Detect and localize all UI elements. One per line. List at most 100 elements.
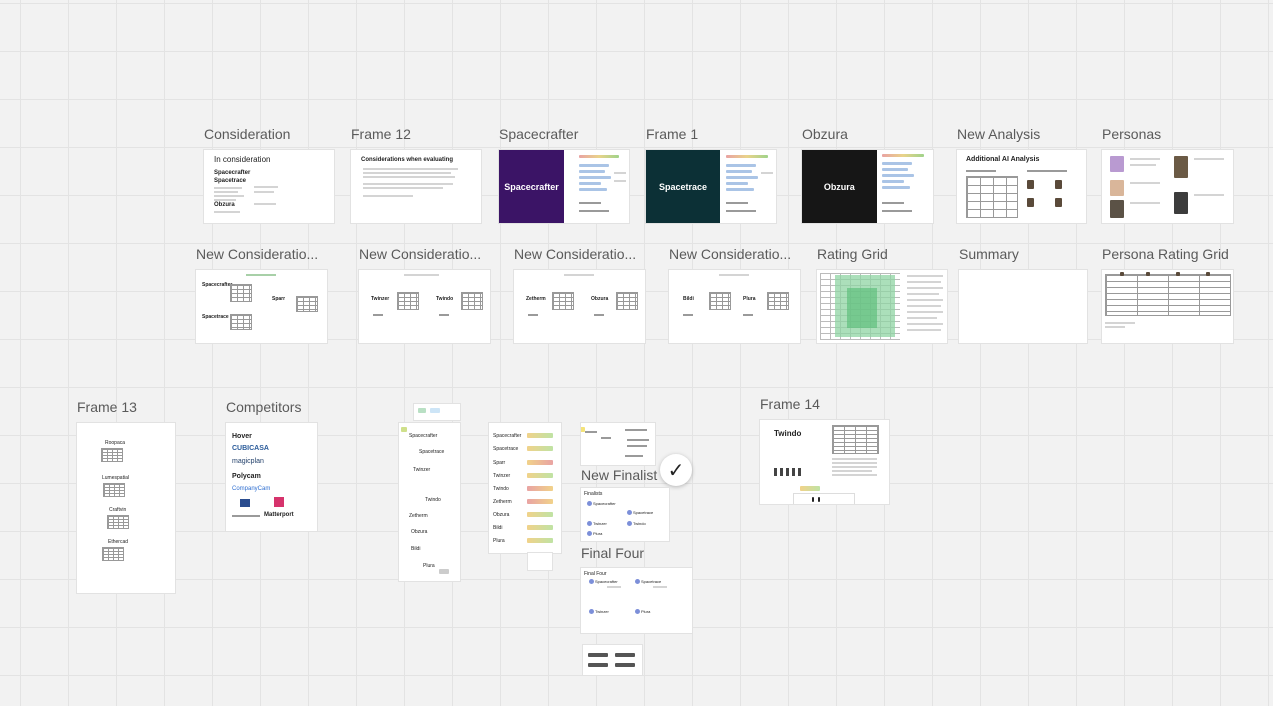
frame-final-four[interactable]: Final Four Spacecrafter Spacetrace Twinz…	[581, 568, 692, 633]
hero-panel: Spacetrace	[646, 150, 721, 223]
frame-label-competitors[interactable]: Competitors	[226, 399, 336, 415]
item: Craftvin	[109, 507, 127, 513]
frame-frame-13[interactable]: Roopaca Lumespatial Craftvin Ethercad	[77, 423, 175, 593]
loose-score-list[interactable]: Spacecrafter Spacetrace Sparr Twinzer Tw…	[489, 423, 561, 553]
hero-panel: Obzura	[802, 150, 877, 223]
item: Plura	[423, 563, 435, 569]
item: Spacecrafter	[409, 433, 438, 439]
frame-title: Additional AI Analysis	[966, 156, 1040, 163]
frame-label-personas[interactable]: Personas	[1102, 126, 1232, 142]
frame-label-frame-12[interactable]: Frame 12	[351, 126, 481, 142]
item: Twindo	[436, 296, 454, 302]
frame-title: Twindo	[774, 429, 802, 438]
item: Twinzer	[413, 467, 431, 473]
frame-summary[interactable]	[959, 270, 1087, 343]
item: Obzura	[493, 512, 510, 518]
frame-label-summary[interactable]: Summary	[959, 246, 1087, 262]
item: Lumespatial	[102, 475, 129, 481]
item: Twinzer	[493, 473, 511, 479]
logo-companycam: CompanyCam	[232, 486, 271, 492]
item: Roopaca	[105, 440, 126, 446]
item: Plura	[641, 609, 651, 614]
frame-label-frame-14[interactable]: Frame 14	[760, 396, 890, 412]
frame-label-new-finalist[interactable]: New Finalist	[581, 467, 661, 483]
item: Obzura	[591, 296, 609, 302]
finalist-notes[interactable]	[581, 423, 655, 465]
item: Spacecrafter	[493, 433, 522, 439]
frame-label-new-analysis[interactable]: New Analysis	[957, 126, 1087, 142]
frame-label-final-four[interactable]: Final Four	[581, 545, 681, 561]
frame-new-finalist[interactable]: Finalists Spacecrafter Spacetrace Twinze…	[581, 488, 669, 541]
item: Spacetrace	[202, 314, 229, 320]
frame-label-persona-rating-grid[interactable]: Persona Rating Grid	[1102, 246, 1242, 262]
frame-label-consideration[interactable]: Consideration	[204, 126, 334, 142]
frame-title: In consideration	[214, 155, 271, 164]
logo-magicplan: magicplan	[232, 458, 264, 465]
frame-new-consideration-2[interactable]: Twinzer Twindo	[359, 270, 490, 343]
frame-obzura[interactable]: Obzura	[802, 150, 933, 223]
item: Twinzer	[595, 609, 609, 614]
frame-competitors[interactable]: Hover CUBICASA magicplan Polycam Company…	[226, 423, 317, 531]
logo-matterport: Matterport	[264, 512, 294, 518]
item: Sparr	[493, 460, 506, 466]
logo-polycam: Polycam	[232, 473, 261, 480]
frame-new-analysis[interactable]: Additional AI Analysis	[957, 150, 1086, 223]
loose-sticky[interactable]	[528, 553, 552, 570]
item: Sparr	[272, 296, 286, 302]
sticky-cluster[interactable]	[414, 404, 460, 420]
item: Spacetrace	[214, 178, 247, 184]
frame-label-frame-13[interactable]: Frame 13	[77, 399, 175, 415]
item: Plura	[493, 538, 505, 544]
item: Twinzer	[593, 521, 607, 526]
loose-list-left[interactable]: Spacecrafter Spacetrace Twinzer Twindo Z…	[399, 423, 460, 581]
frame-label-rating-grid[interactable]: Rating Grid	[817, 246, 947, 262]
item: Twindo	[493, 486, 509, 492]
hero-panel: Spacecrafter	[499, 150, 564, 223]
logo-mark-icon	[240, 499, 250, 507]
item: Plura	[593, 531, 603, 536]
frame-consideration[interactable]: In consideration Spacecrafter Spacetrace…	[204, 150, 334, 223]
frame-title: Final Four	[584, 571, 607, 577]
frame-label-frame-1[interactable]: Frame 1	[646, 126, 776, 142]
item: Zetherm	[493, 499, 512, 505]
item: Plura	[743, 296, 756, 302]
item: Spacecrafter	[593, 501, 616, 506]
frame-label-new-consideration-3[interactable]: New Consideratio...	[514, 246, 644, 262]
item: Spacetrace	[419, 449, 445, 455]
item: Spacetrace	[633, 510, 654, 515]
item: Ethercad	[108, 539, 129, 545]
item: Spacecrafter	[595, 579, 618, 584]
logo-cubicasa: CUBICASA	[232, 445, 269, 452]
frame-frame-14[interactable]: Twindo	[760, 420, 889, 504]
frame-new-consideration-1[interactable]: Spacecrafter Spacetrace Sparr	[196, 270, 327, 343]
frame-new-consideration-4[interactable]: Bildi Plura	[669, 270, 800, 343]
checkmark-icon[interactable]: ✓	[660, 454, 692, 486]
frame-frame-12[interactable]: Considerations when evaluating	[351, 150, 481, 223]
frame-rating-grid[interactable]	[817, 270, 947, 343]
item: Bildi	[411, 546, 421, 552]
frame-label-new-consideration-1[interactable]: New Consideratio...	[196, 246, 326, 262]
item: Obzura	[214, 202, 235, 208]
frame-frame-1[interactable]: Spacetrace	[646, 150, 776, 223]
frame-label-new-consideration-4[interactable]: New Consideratio...	[669, 246, 799, 262]
item: Bildi	[493, 525, 503, 531]
item: Twindo	[425, 497, 441, 503]
item: Zetherm	[526, 296, 546, 302]
frame-title: Considerations when evaluating	[361, 157, 454, 163]
frame-spacecrafter[interactable]: Spacecrafter	[499, 150, 629, 223]
logo-mark-icon	[274, 497, 284, 507]
frame-title: Finalists	[584, 491, 603, 497]
logo-hover: Hover	[232, 433, 252, 440]
frame-label-new-consideration-2[interactable]: New Consideratio...	[359, 246, 489, 262]
frame-personas[interactable]	[1102, 150, 1233, 223]
item: Spacetrace	[493, 446, 519, 452]
frame-label-spacecrafter[interactable]: Spacecrafter	[499, 126, 629, 142]
item: Spacecrafter	[202, 282, 233, 288]
frame-persona-rating-grid[interactable]	[1102, 270, 1233, 343]
frame-label-obzura[interactable]: Obzura	[802, 126, 932, 142]
item: Bildi	[683, 296, 694, 302]
button-stack[interactable]	[583, 645, 642, 675]
item: Obzura	[411, 529, 428, 535]
item: Zetherm	[409, 513, 428, 519]
frame-new-consideration-3[interactable]: Zetherm Obzura	[514, 270, 645, 343]
